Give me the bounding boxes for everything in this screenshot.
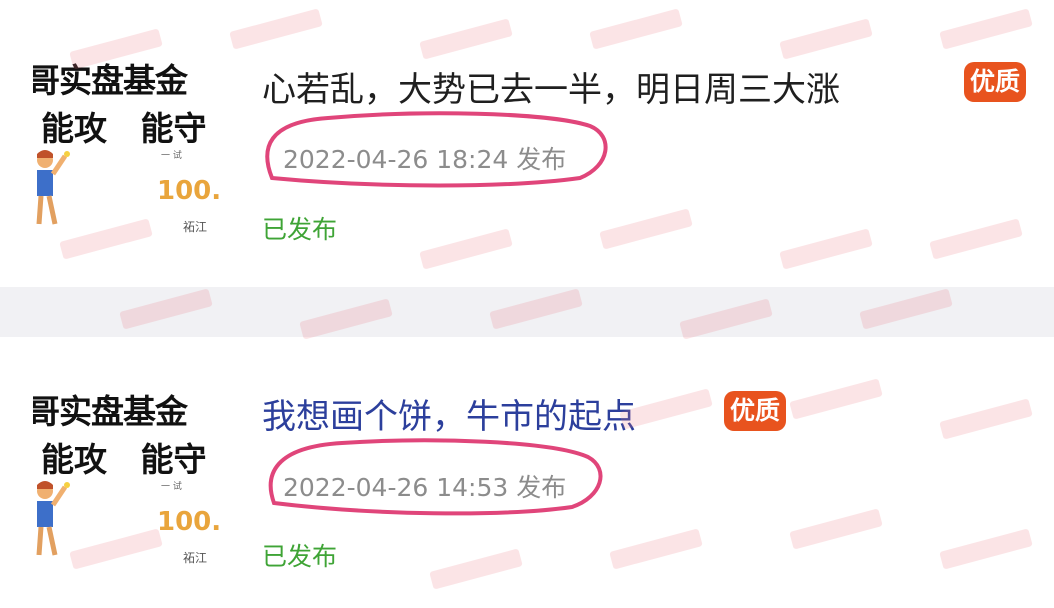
- thumbnail-subheadline: 能攻 能守: [41, 109, 207, 148]
- thumbnail-number: 100.: [157, 176, 222, 206]
- cartoon-figure-icon: [36, 150, 70, 225]
- quality-badge: 优质: [724, 391, 787, 431]
- list-separator: [0, 287, 1054, 337]
- thumbnail-subheadline: 能攻 能守: [41, 440, 207, 479]
- post-card[interactable]: 哥实盘基金 能攻 能守 一 试 100. 祏江 心若乱，大势已去一半，明日周三大…: [0, 0, 1054, 287]
- thumbnail-footer: 祏江: [183, 220, 208, 234]
- quality-badge: 优质: [964, 62, 1027, 102]
- post-thumbnail[interactable]: 哥实盘基金 能攻 能守 一 试 100. 祏江: [33, 48, 223, 248]
- thumbnail-caption: 一 试: [161, 151, 182, 161]
- thumbnail-number: 100.: [157, 507, 222, 537]
- thumbnail-headline: 哥实盘基金: [33, 392, 188, 431]
- publish-status: 已发布: [262, 542, 338, 571]
- cartoon-figure-icon: [36, 481, 70, 556]
- post-title-link[interactable]: 心若乱，大势已去一半，明日周三大涨: [262, 62, 840, 111]
- post-thumbnail[interactable]: 哥实盘基金 能攻 能守 一 试 100. 祏江: [33, 379, 223, 579]
- post-title-link[interactable]: 我想画个饼，牛市的起点: [262, 389, 636, 438]
- post-card[interactable]: 哥实盘基金 能攻 能守 一 试 100. 祏江 我想画个饼，牛市的起点 优质 2…: [0, 337, 1054, 608]
- publish-date: 2022-04-26 14:53 发布: [283, 473, 567, 502]
- thumbnail-footer: 祏江: [183, 551, 208, 565]
- publish-status: 已发布: [262, 215, 338, 244]
- publish-date: 2022-04-26 18:24 发布: [283, 145, 567, 174]
- thumbnail-caption: 一 试: [161, 482, 182, 492]
- thumbnail-headline: 哥实盘基金: [33, 61, 188, 100]
